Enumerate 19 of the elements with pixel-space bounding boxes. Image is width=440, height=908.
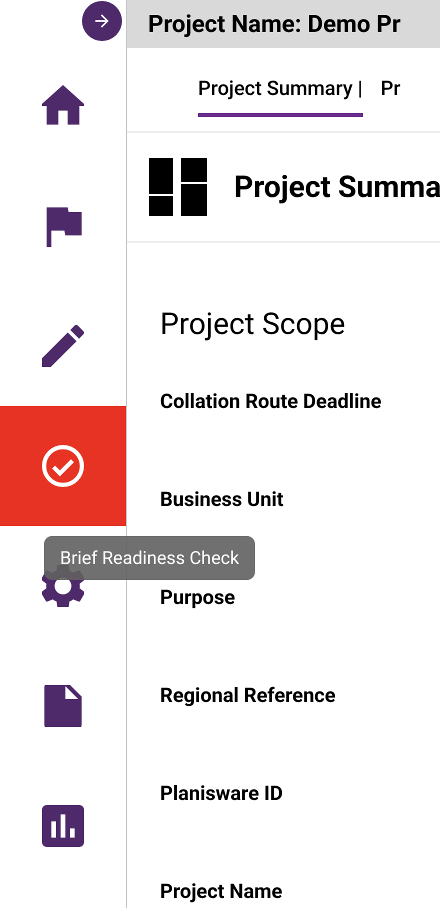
bar-chart-icon [42, 805, 84, 847]
field-label: Purpose [160, 584, 236, 611]
scope-heading: Project Scope [160, 307, 346, 343]
pencil-icon [42, 325, 84, 367]
tab[interactable]: Pr [380, 73, 400, 117]
dashboard-icon [149, 158, 207, 216]
field-label: Business Unit [160, 486, 284, 513]
field-label: Regional Reference [160, 682, 336, 709]
tooltip: Brief Readiness Check [44, 536, 256, 580]
document-icon [42, 685, 84, 727]
field-label: Planisware ID [160, 780, 283, 807]
project-title: Project Name: Demo Pr [148, 9, 401, 40]
expand-button[interactable] [82, 1, 122, 41]
field-label: Collation Route Deadline [160, 388, 382, 415]
check-circle-icon [42, 445, 84, 487]
home-icon [42, 85, 84, 127]
tab[interactable]: Project Summary | [198, 73, 363, 117]
field-label: Project Name [160, 878, 282, 905]
section-title: Project Summa [234, 168, 440, 206]
